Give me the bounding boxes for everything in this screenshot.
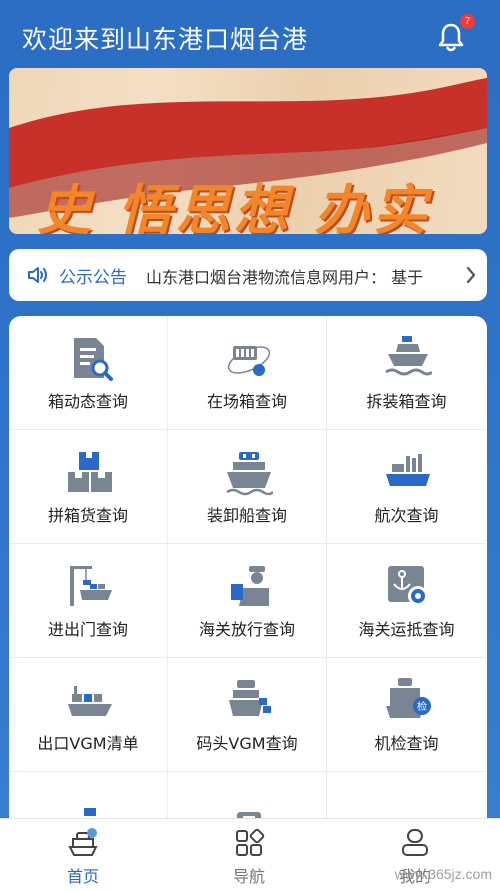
anchor-gear-icon — [388, 566, 428, 606]
svg-text:检: 检 — [417, 700, 427, 713]
notice-text: 山东港口烟台港物流信息网用户： 基于 — [146, 268, 424, 287]
customs-officer-icon — [231, 566, 269, 606]
grid-item-voyage[interactable]: 航次查询 — [327, 430, 486, 544]
yard-container-icon — [227, 346, 271, 376]
grid-item-label: 出口VGM清单 — [37, 734, 139, 753]
watermark: www.365jz.com — [394, 866, 492, 882]
grid-item-load-unload[interactable]: 装卸船查询 — [168, 430, 327, 544]
grid-nav-icon — [236, 828, 265, 856]
grid-item-label: 拆装箱查询 — [366, 392, 447, 411]
grid-item-gate[interactable]: 进出门查询 — [9, 544, 168, 658]
voyage-ship-icon — [386, 454, 430, 486]
banner-carousel[interactable]: 史 悟思想 办实 — [9, 68, 487, 234]
chevron-right-icon[interactable] — [465, 265, 477, 285]
notification-badge: 7 — [460, 14, 475, 29]
user-icon — [402, 829, 428, 856]
grid-item-lcl[interactable]: 拼箱货查询 — [9, 430, 168, 544]
grid-item-label: 航次查询 — [374, 506, 439, 525]
tab-label: 首页 — [66, 867, 99, 886]
grid-item-label: 机检查询 — [374, 734, 439, 753]
grid-item-stuffing[interactable]: 拆装箱查询 — [327, 316, 486, 430]
header: 欢迎来到山东港口烟台港 7 — [0, 0, 500, 70]
container-ship-icon — [68, 686, 112, 716]
tab-label: 导航 — [232, 867, 265, 886]
grid-item-label: 海关运抵查询 — [358, 620, 455, 639]
grid-item-label: 海关放行查询 — [198, 620, 295, 639]
ship-unload-icon — [385, 336, 432, 376]
notice-bar[interactable]: 公示公告 山东港口烟台港物流信息网用户： 基于 — [9, 249, 487, 301]
grid-item-label: 装卸船查询 — [206, 506, 287, 525]
grid-item-container-status[interactable]: 箱动态查询 — [9, 316, 168, 430]
tab-navigation[interactable]: 导航 — [166, 819, 332, 891]
cargo-ship-icon — [226, 452, 273, 496]
page-title: 欢迎来到山东港口烟台港 — [22, 25, 309, 54]
grid-item-yard-container[interactable]: 在场箱查询 — [168, 316, 327, 430]
grid-item-export-vgm[interactable]: 出口VGM清单 — [9, 658, 168, 772]
grid-item-dock-vgm[interactable]: 码头VGM查询 — [168, 658, 327, 772]
grid-item-label: 箱动态查询 — [47, 392, 128, 411]
home-ship-icon — [68, 828, 98, 856]
speaker-icon — [28, 267, 47, 283]
inspection-ship-icon: 检 — [386, 678, 431, 718]
tab-home[interactable]: 首页 — [0, 819, 166, 891]
grid-item-customs-arrival[interactable]: 海关运抵查询 — [327, 544, 486, 658]
grid-item-customs-release[interactable]: 海关放行查询 — [168, 544, 327, 658]
grid-item-machine-inspection[interactable]: 检 机检查询 — [327, 658, 486, 772]
grid-item-label: 进出门查询 — [47, 620, 128, 639]
document-search-icon — [74, 338, 113, 381]
boxes-icon — [68, 452, 112, 492]
grid-item-label: 在场箱查询 — [206, 392, 287, 411]
grid-item-label: 拼箱货查询 — [47, 506, 128, 525]
crane-gate-icon — [70, 566, 112, 606]
grid-item-label: 码头VGM查询 — [196, 734, 298, 753]
banner-slogan: 史 悟思想 办实 — [37, 179, 431, 234]
function-grid: 箱动态查询 在场箱查询 拆装箱查询 拼箱货查询 装卸船查询 航次查询 进出门查询… — [9, 316, 487, 836]
notice-title: 公示公告 — [59, 268, 127, 288]
dock-ship-icon — [229, 680, 271, 716]
